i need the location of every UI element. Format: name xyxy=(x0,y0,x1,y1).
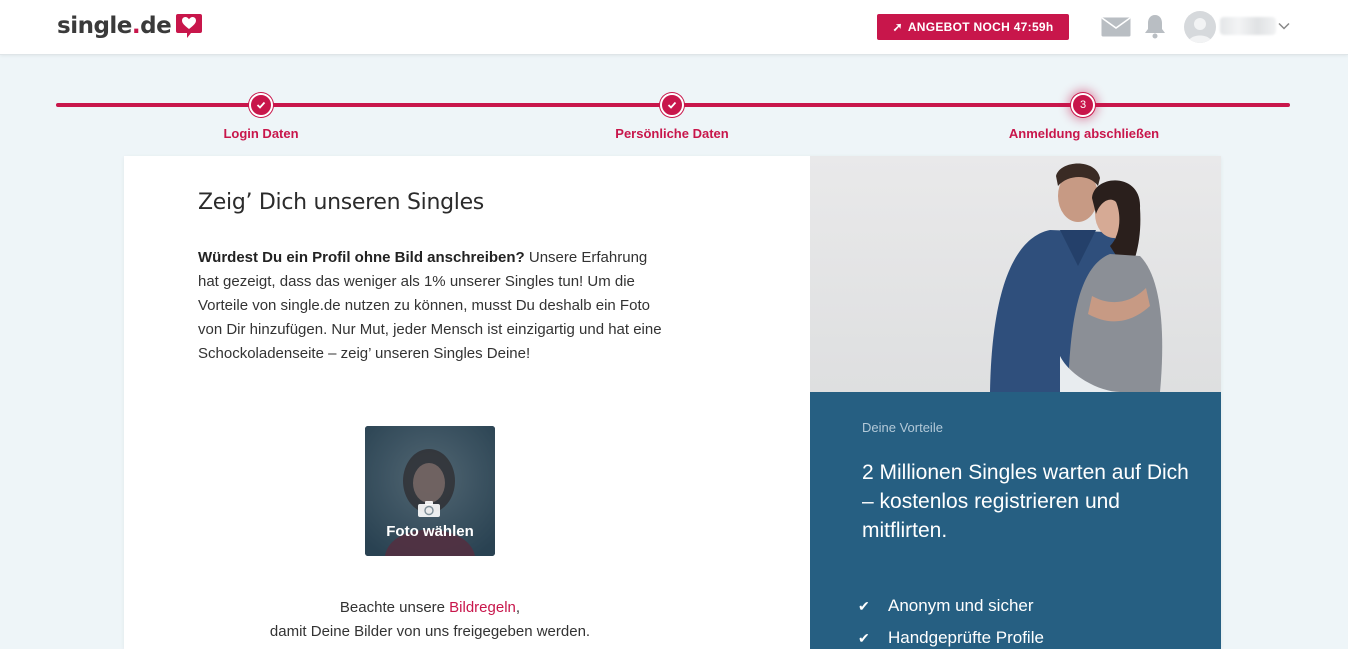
check-icon xyxy=(256,101,266,109)
username-blurred[interactable] xyxy=(1220,17,1276,35)
list-item: ✔ Handgeprüfte Profile xyxy=(858,622,1044,649)
offer-button[interactable]: ➚ ANGEBOT NOCH 47:59h xyxy=(877,14,1069,40)
couple-image xyxy=(990,163,1163,392)
couple-photo xyxy=(810,156,1221,392)
benefits-kicker: Deine Vorteile xyxy=(862,420,943,435)
benefit-label: Anonym und sicher xyxy=(888,596,1034,615)
image-rules-note: Beachte unsere Bildregeln, damit Deine B… xyxy=(124,596,736,644)
logo[interactable]: single.de xyxy=(57,12,203,40)
benefits-title: 2 Millionen Singles warten auf Dich – ko… xyxy=(862,461,1189,542)
page-title: Zeig’ Dich unseren Singles xyxy=(198,190,484,215)
camera-icon xyxy=(418,501,440,517)
benefit-label: Handgeprüfte Profile xyxy=(888,628,1044,647)
step-1-done xyxy=(249,93,273,117)
avatar[interactable] xyxy=(1184,11,1216,43)
bell-icon[interactable] xyxy=(1143,13,1167,39)
rules-suffix: , xyxy=(515,599,521,616)
benefits-list: ✔ Anonym und sicher ✔ Handgeprüfte Profile xyxy=(858,590,1044,649)
user-silhouette-icon xyxy=(1188,18,1212,43)
chevron-down-icon[interactable] xyxy=(1278,20,1290,32)
check-icon xyxy=(667,101,677,109)
top-header: single.de ➚ ANGEBOT NOCH 47:59h xyxy=(0,0,1348,55)
step-label-2: Persönliche Daten xyxy=(615,126,729,141)
registration-card: Zeig’ Dich unseren Singles Würdest Du ei… xyxy=(124,156,1221,649)
step-3-active: 3 xyxy=(1071,93,1095,117)
step-2-done xyxy=(660,93,684,117)
photo-button-label: Foto wählen xyxy=(386,523,474,540)
rocket-icon: ➚ xyxy=(892,20,903,34)
description: Würdest Du ein Profil ohne Bild anschrei… xyxy=(198,246,668,366)
step-label-3: Anmeldung abschließen xyxy=(1008,126,1160,141)
list-item: ✔ Anonym und sicher xyxy=(858,590,1044,622)
photo-upload-section: Zeig’ Dich unseren Singles Würdest Du ei… xyxy=(124,156,810,649)
step-3-number: 3 xyxy=(1079,99,1087,111)
heart-logo-icon xyxy=(176,14,203,38)
rules-prefix: Beachte unsere xyxy=(339,599,450,616)
description-bold: Würdest Du ein Profil ohne Bild anschrei… xyxy=(198,249,525,266)
step-label-1: Login Daten xyxy=(223,126,299,141)
logo-tld: de xyxy=(140,13,172,39)
image-rules-link[interactable]: Bildregeln xyxy=(449,599,516,616)
offer-label: ANGEBOT NOCH 47:59h xyxy=(907,20,1054,34)
benefits-panel: Deine Vorteile 2 Millionen Singles warte… xyxy=(810,392,1221,649)
mail-icon[interactable] xyxy=(1101,17,1131,37)
logo-text: single xyxy=(57,13,132,39)
check-icon: ✔ xyxy=(858,597,870,614)
check-icon: ✔ xyxy=(858,629,870,646)
logo-dot: . xyxy=(131,13,141,39)
choose-photo-button[interactable]: Foto wählen xyxy=(365,426,495,556)
rules-line2: damit Deine Bilder von uns freigegeben w… xyxy=(269,623,591,640)
